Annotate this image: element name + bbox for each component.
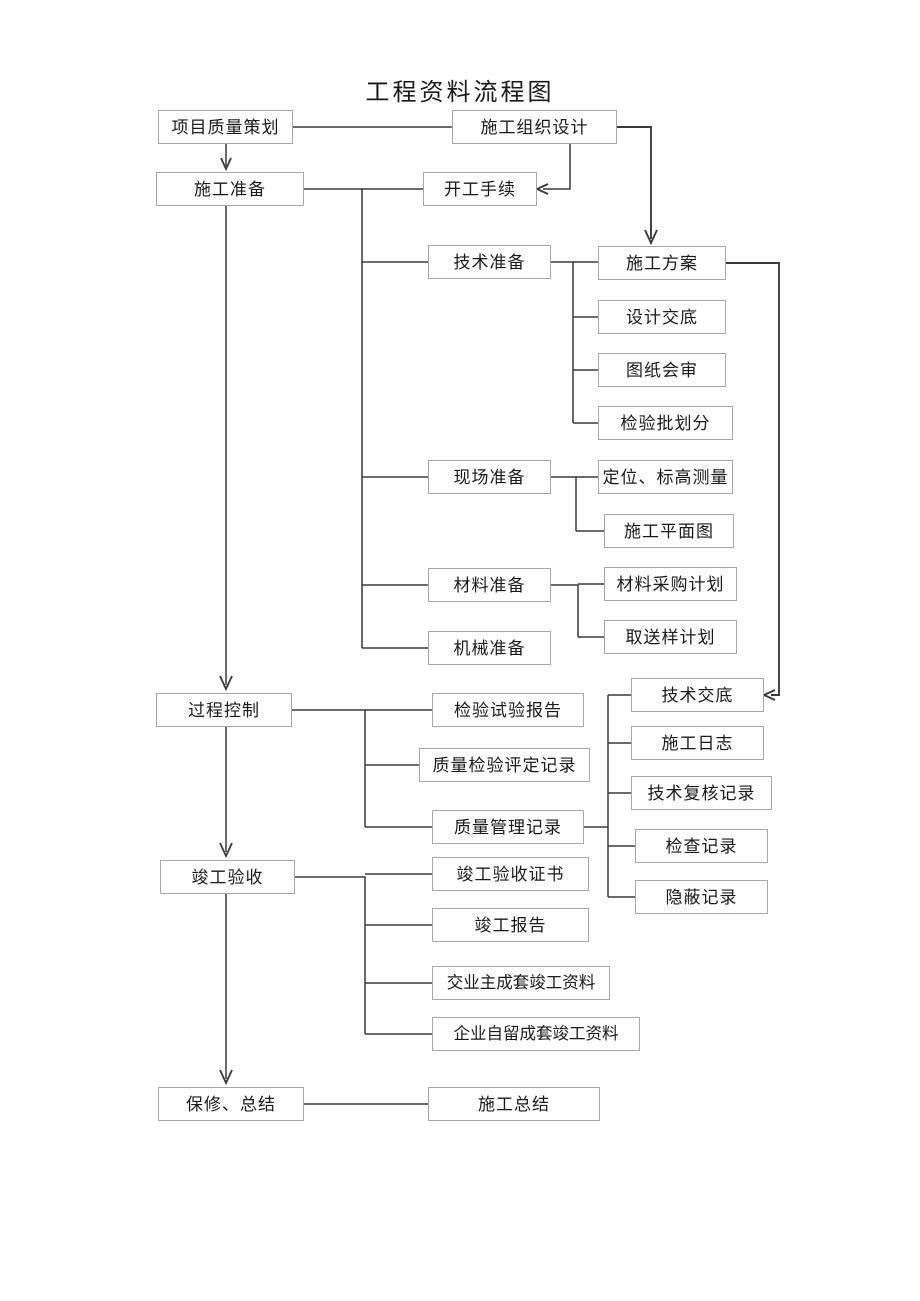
flow-node-n1[interactable]: 项目质量策划: [158, 110, 293, 144]
flow-node-n31[interactable]: 保修、总结: [158, 1087, 304, 1121]
flow-node-label: 设计交底: [626, 307, 698, 327]
edge-n2-n6: [617, 126, 652, 239]
flow-node-label: 施工日志: [661, 733, 734, 753]
edge-n2-n6-head: [644, 229, 658, 246]
flow-node-n26[interactable]: 竣工验收: [160, 860, 295, 894]
flow-node-label: 检验试验报告: [454, 700, 562, 720]
flow-node-label: 定位、标高测量: [602, 467, 729, 487]
flow-node-n11[interactable]: 定位、标高测量: [598, 460, 733, 494]
flow-node-n10[interactable]: 现场准备: [428, 460, 551, 494]
flow-node-n18[interactable]: 检验试验报告: [432, 693, 584, 727]
flow-node-n17[interactable]: 过程控制: [156, 693, 292, 727]
flow-node-label: 取送样计划: [625, 627, 716, 647]
flow-node-n3[interactable]: 施工准备: [156, 172, 304, 206]
flow-node-label: 开工手续: [444, 179, 516, 199]
flow-node-n25[interactable]: 隐蔽记录: [635, 880, 768, 914]
flow-node-n2[interactable]: 施工组织设计: [452, 110, 617, 144]
flow-node-n15[interactable]: 机械准备: [428, 631, 551, 665]
flow-node-n21[interactable]: 技术交底: [631, 678, 764, 712]
edge-trunk-prep: [304, 188, 363, 648]
flow-node-label: 机械准备: [453, 638, 526, 658]
edge-trunk-ctrl: [292, 709, 366, 827]
edge-n26-n31-head: [219, 1069, 233, 1086]
flow-node-n19[interactable]: 质量检验评定记录: [419, 748, 590, 782]
flow-node-label: 保修、总结: [186, 1094, 276, 1114]
flow-node-label: 过程控制: [188, 700, 260, 720]
flow-node-label: 项目质量策划: [171, 117, 280, 137]
edge-sub-site: [551, 476, 577, 531]
edge-sub-mat: [551, 584, 579, 637]
flow-node-n4[interactable]: 开工手续: [423, 172, 537, 206]
edge-n3-n17-head: [219, 675, 233, 692]
flow-node-n5[interactable]: 技术准备: [428, 245, 551, 279]
flow-node-n12[interactable]: 施工平面图: [604, 514, 734, 548]
flow-node-n14[interactable]: 材料采购计划: [604, 567, 737, 601]
flow-node-label: 竣工验收: [191, 867, 264, 887]
flow-node-n32[interactable]: 施工总结: [428, 1087, 600, 1121]
edge-n2-n4-head: [534, 183, 549, 195]
flow-node-label: 材料采购计划: [616, 574, 725, 594]
flow-node-label: 施工总结: [478, 1094, 550, 1114]
flow-node-label: 技术复核记录: [647, 783, 756, 803]
flow-node-label: 隐蔽记录: [665, 887, 738, 907]
flow-node-label: 检查记录: [665, 836, 738, 856]
edge-n1-n3-head: [220, 157, 232, 172]
flowchart-canvas: 工程资料流程图 项目质量策划 施工组织设计 施工准备 开工手续 技术准备 施工方…: [0, 0, 920, 1301]
edge-trunk-final: [295, 876, 366, 1034]
flow-node-label: 竣工验收证书: [456, 864, 565, 884]
flow-node-label: 企业自留成套竣工资料: [453, 1023, 619, 1043]
edge-n6-n21-head: [761, 689, 776, 701]
edge-sub-tech: [551, 261, 574, 423]
flow-node-label: 交业主成套竣工资料: [446, 972, 596, 992]
flow-node-label: 材料准备: [453, 575, 526, 595]
flow-node-label: 施工准备: [194, 179, 266, 199]
flow-node-label: 技术准备: [453, 252, 526, 272]
flow-node-n24[interactable]: 检查记录: [635, 829, 768, 863]
flow-node-label: 图纸会审: [626, 360, 698, 380]
flow-node-label: 质量检验评定记录: [432, 755, 577, 775]
flow-node-label: 现场准备: [453, 467, 526, 487]
flow-node-label: 施工组织设计: [480, 117, 589, 137]
flow-node-n22[interactable]: 施工日志: [631, 726, 764, 760]
flow-node-label: 检验批划分: [620, 413, 711, 433]
edge-n17-n26-head: [219, 842, 233, 859]
flow-node-n16[interactable]: 取送样计划: [604, 620, 737, 654]
flow-node-label: 竣工报告: [474, 915, 547, 935]
page-title: 工程资料流程图: [365, 80, 555, 106]
flow-node-n9[interactable]: 检验批划分: [598, 406, 733, 440]
flow-node-n20[interactable]: 质量管理记录: [432, 810, 584, 844]
flow-node-n23[interactable]: 技术复核记录: [631, 776, 772, 810]
flow-node-n29[interactable]: 交业主成套竣工资料: [432, 966, 610, 1000]
flow-node-label: 技术交底: [661, 685, 734, 705]
flow-node-n7[interactable]: 设计交底: [598, 300, 726, 334]
flow-node-n8[interactable]: 图纸会审: [598, 353, 726, 387]
flow-node-n30[interactable]: 企业自留成套竣工资料: [432, 1017, 640, 1051]
flow-node-n13[interactable]: 材料准备: [428, 568, 551, 602]
flow-node-label: 质量管理记录: [454, 817, 562, 837]
flow-node-n27[interactable]: 竣工验收证书: [432, 857, 589, 891]
flow-node-n28[interactable]: 竣工报告: [432, 908, 589, 942]
edge-n2-n4: [543, 144, 571, 190]
flow-node-label: 施工方案: [626, 253, 698, 273]
flow-node-n6[interactable]: 施工方案: [598, 246, 726, 280]
flow-node-label: 施工平面图: [624, 521, 714, 541]
